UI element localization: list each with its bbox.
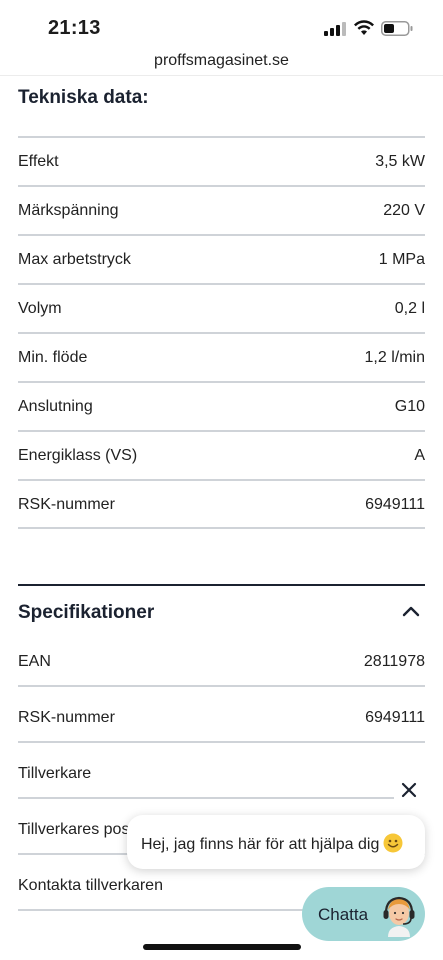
row-value: G10 bbox=[394, 397, 425, 415]
spec-row-markspanning: Märkspänning 220 V bbox=[18, 186, 425, 235]
spec-row-volym: Volym 0,2 l bbox=[18, 284, 425, 333]
spec-row-effekt: Effekt 3,5 kW bbox=[18, 137, 425, 186]
accordion-top-border bbox=[18, 584, 425, 586]
row-value: 2811978 bbox=[363, 652, 425, 670]
row-value: 6949111 bbox=[365, 708, 425, 726]
home-indicator bbox=[143, 944, 301, 950]
row-label: RSK-nummer bbox=[18, 495, 115, 513]
battery-icon bbox=[381, 21, 413, 36]
specifications-title: Specifikationer bbox=[18, 602, 155, 623]
status-time: 21:13 bbox=[48, 17, 101, 39]
row-value: 0,2 l bbox=[394, 299, 425, 317]
chat-button-label: Chatta bbox=[318, 905, 369, 924]
spec-row-min-flode: Min. flöde 1,2 l/min bbox=[18, 333, 425, 382]
spec-row-rsk-nummer: RSK-nummer 6949111 bbox=[18, 480, 425, 529]
technical-data-title: Tekniska data: bbox=[18, 87, 149, 108]
row-label: Kontakta tillverkaren bbox=[18, 876, 163, 894]
row-label: Tillverkare bbox=[18, 764, 92, 782]
row-label: Tillverkares pos bbox=[18, 820, 130, 838]
row-label: Energiklass (VS) bbox=[18, 446, 138, 464]
row-label: Anslutning bbox=[18, 397, 93, 415]
spec-row-rsk-nummer: RSK-nummer 6949111 bbox=[18, 693, 425, 742]
spec-row-max-arbetstryck: Max arbetstryck 1 MPa bbox=[18, 235, 425, 284]
divider bbox=[18, 685, 425, 687]
close-icon[interactable] bbox=[398, 779, 420, 801]
specifications-accordion-header[interactable]: Specifikationer bbox=[18, 602, 425, 626]
divider bbox=[18, 741, 425, 743]
cellular-signal-icon bbox=[324, 22, 346, 36]
row-value: A bbox=[414, 446, 425, 464]
row-label: RSK-nummer bbox=[18, 708, 115, 726]
status-bar: 21:13 bbox=[0, 0, 443, 48]
divider bbox=[18, 909, 308, 911]
spec-row-ean: EAN 2811978 bbox=[18, 637, 425, 686]
row-value: 3,5 kW bbox=[375, 152, 425, 170]
row-label: Volym bbox=[18, 299, 62, 317]
wifi-icon bbox=[354, 20, 374, 35]
chat-greeting-bubble[interactable]: Hej, jag finns här för att hjälpa dig bbox=[127, 815, 425, 869]
chevron-up-icon[interactable] bbox=[401, 604, 421, 618]
row-label: Märkspänning bbox=[18, 201, 119, 219]
support-agent-icon bbox=[383, 896, 415, 937]
row-label: Effekt bbox=[18, 152, 59, 170]
row-label: Min. flöde bbox=[18, 348, 88, 366]
row-value: 1 MPa bbox=[378, 250, 425, 268]
row-value: 220 V bbox=[383, 201, 425, 219]
chat-greeting-text: Hej, jag finns här för att hjälpa dig bbox=[141, 833, 403, 854]
spec-row-energiklass: Energiklass (VS) A bbox=[18, 431, 425, 480]
row-value: 1,2 l/min bbox=[364, 348, 425, 366]
divider bbox=[18, 797, 394, 799]
row-label: Max arbetstryck bbox=[18, 250, 131, 268]
chat-button[interactable]: Chatta bbox=[302, 887, 425, 941]
address-bar[interactable]: proffsmagasinet.se bbox=[0, 48, 443, 76]
spec-row-tillverkare: Tillverkare bbox=[18, 749, 425, 798]
row-value: 6949111 bbox=[365, 495, 425, 513]
smiley-icon bbox=[383, 833, 403, 853]
chat-message: Hej, jag finns här för att hjälpa dig bbox=[141, 836, 380, 853]
row-label: EAN bbox=[18, 652, 51, 670]
spec-row-anslutning: Anslutning G10 bbox=[18, 382, 425, 431]
divider bbox=[18, 527, 425, 529]
